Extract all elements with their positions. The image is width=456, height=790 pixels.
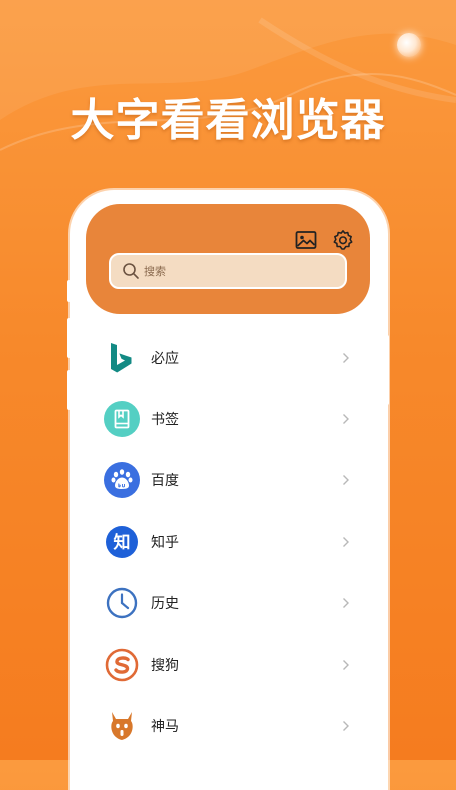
chevron-right-icon [342,596,352,610]
sogou-icon [104,647,140,683]
list-item-label: 神马 [151,719,179,736]
clock-icon [104,585,140,621]
zhihu-glyph: 知 [113,532,131,553]
list-item-label: 必应 [151,350,179,367]
bookmark-icon [104,401,140,438]
list-item-history[interactable]: 历史 [70,573,388,634]
list-item-label: 历史 [151,596,179,613]
glow-dot [397,33,421,57]
chevron-right-icon [342,719,352,733]
chevron-right-icon [342,351,352,365]
phone-frame: 搜索 必应 书签 百度 知 知乎 历史 搜狗 神马 [70,190,388,790]
list-item-label: 搜狗 [151,657,179,674]
list-item-zhihu[interactable]: 知 知乎 [70,511,388,572]
baidu-paw-icon [104,462,140,499]
search-input[interactable]: 搜索 [109,253,347,289]
list-item-baidu[interactable]: 百度 [70,450,388,511]
bing-logo-icon [104,340,140,376]
chevron-right-icon [342,535,352,549]
list-item-bookmarks[interactable]: 书签 [70,388,388,449]
site-list: 必应 书签 百度 知 知乎 历史 搜狗 神马 [70,327,388,757]
chevron-right-icon [342,473,352,487]
list-item-shenma[interactable]: 神马 [70,695,388,756]
chevron-right-icon [342,412,352,426]
chevron-right-icon [342,658,352,672]
zhihu-icon: 知 [104,524,140,560]
shenma-icon [104,708,140,744]
list-item-label: 知乎 [151,534,179,551]
list-item-label: 百度 [151,473,179,490]
header-panel: 搜索 [86,204,370,314]
image-icon[interactable] [294,228,318,252]
gear-icon[interactable] [331,228,355,252]
list-item-sogou[interactable]: 搜狗 [70,634,388,695]
search-placeholder: 搜索 [144,265,166,278]
search-icon [122,262,140,280]
hero-title: 大字看看浏览器 [70,95,386,146]
list-item-bing[interactable]: 必应 [70,327,388,388]
list-item-label: 书签 [151,412,179,429]
